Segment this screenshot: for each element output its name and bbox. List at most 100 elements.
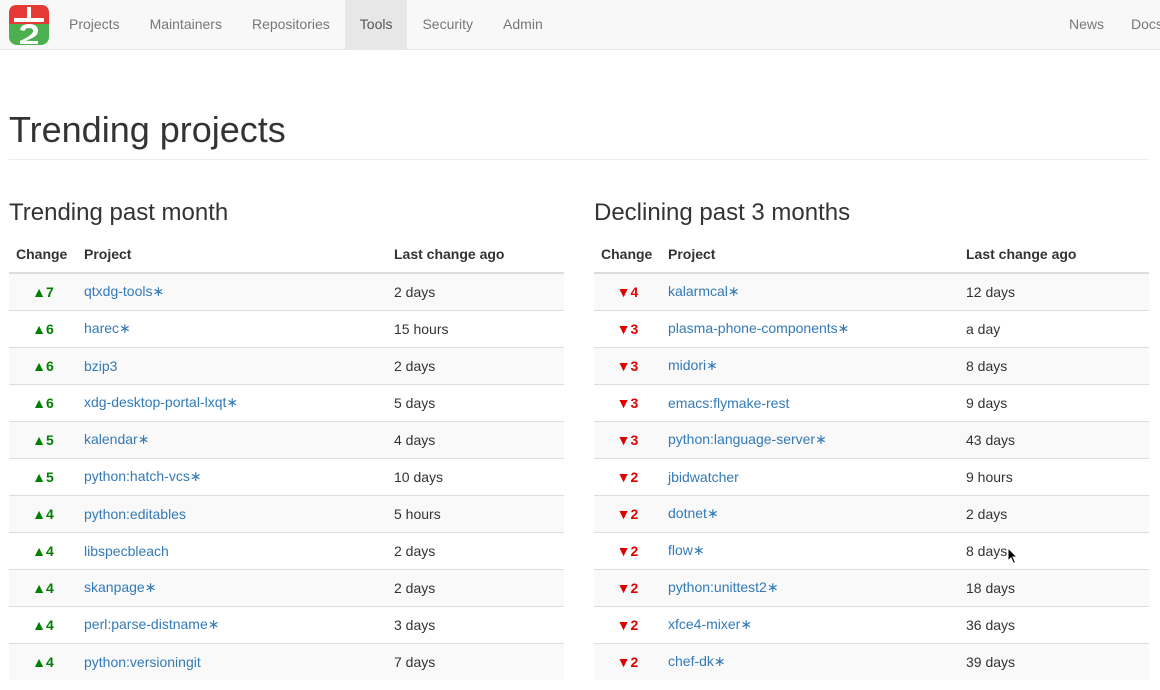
table-row: ▼2 flow∗ 8 days (594, 531, 1149, 569)
project-cell: xdg-desktop-portal-lxqt∗ (77, 383, 387, 421)
last-change-value: a day (959, 309, 1149, 347)
nav-item-projects[interactable]: Projects (54, 0, 135, 49)
star-icon: ∗ (706, 357, 718, 373)
change-value: ▼3 (594, 309, 661, 347)
project-cell: skanpage∗ (77, 568, 387, 606)
page-title: Trending projects (9, 109, 286, 150)
last-change-value: 8 days (959, 346, 1149, 384)
table-row: ▲4 skanpage∗ 2 days (9, 568, 564, 606)
project-link[interactable]: xfce4-mixer (668, 616, 740, 632)
star-icon: ∗ (692, 542, 705, 558)
project-cell: jbidwatcher (661, 457, 959, 495)
table-row: ▼2 jbidwatcher 9 hours (594, 457, 1149, 495)
declining-header-row: Change Project Last change ago (594, 235, 1149, 274)
title-divider (9, 159, 1149, 160)
change-value: ▼3 (594, 420, 661, 458)
project-cell: qtxdg-tools∗ (77, 273, 387, 310)
change-value: ▼3 (594, 383, 661, 421)
table-row: ▼2 python:unittest2∗ 18 days (594, 568, 1149, 606)
table-row: ▼2 dotnet∗ 2 days (594, 494, 1149, 532)
last-change-value: 2 days (387, 568, 564, 606)
star-icon: ∗ (713, 653, 726, 670)
project-link[interactable]: flow (668, 542, 693, 558)
star-icon: ∗ (815, 431, 827, 447)
nav-item-repositories[interactable]: Repositories (237, 0, 345, 49)
last-change-value: 8 days (959, 531, 1149, 569)
last-change-value: 4 days (387, 420, 564, 458)
nav-item-docs[interactable]: Docs (1117, 0, 1160, 49)
nav-right-menu: News Docs (1056, 0, 1160, 49)
project-link[interactable]: jbidwatcher (668, 469, 739, 485)
project-cell: libspecbleach (77, 531, 387, 569)
star-icon: ∗ (740, 616, 753, 632)
column-header-last-change: Last change ago (387, 235, 564, 274)
project-cell: python:unittest2∗ (661, 568, 959, 606)
nav-item-news[interactable]: News (1056, 0, 1117, 49)
project-link[interactable]: bzip3 (84, 358, 117, 374)
last-change-value: 43 days (959, 420, 1149, 458)
top-navbar: Projects Maintainers Repositories Tools Secu… (0, 0, 1160, 50)
star-icon: ∗ (152, 283, 165, 300)
project-link[interactable]: emacs:flymake-rest (668, 395, 789, 411)
change-value: ▲6 (9, 309, 77, 347)
change-value: ▼2 (594, 642, 661, 680)
column-header-project: Project (77, 235, 387, 274)
last-change-value: 7 days (387, 642, 564, 680)
change-value: ▼3 (594, 346, 661, 384)
table-row: ▼2 chef-dk∗ 39 days (594, 642, 1149, 680)
change-value: ▲4 (9, 531, 77, 569)
project-link[interactable]: python:versioningit (84, 654, 201, 670)
nav-item-security[interactable]: Security (407, 0, 488, 49)
nav-item-admin[interactable]: Admin (488, 0, 558, 49)
project-link[interactable]: kalarmcal (668, 283, 728, 299)
table-row: ▲5 python:hatch-vcs∗ 10 days (9, 457, 564, 495)
nav-item-tools[interactable]: Tools (344, 0, 408, 49)
project-link[interactable]: perl:parse-distname (84, 616, 208, 632)
project-link[interactable]: xdg-desktop-portal-lxqt (84, 394, 226, 410)
change-value: ▼2 (594, 457, 661, 495)
table-row: ▲7 qtxdg-tools∗ 2 days (9, 273, 564, 310)
column-header-project: Project (661, 235, 959, 274)
last-change-value: 10 days (387, 457, 564, 495)
table-row: ▲6 bzip3 2 days (9, 346, 564, 384)
project-cell: perl:parse-distname∗ (77, 605, 387, 643)
project-link[interactable]: python:hatch-vcs (84, 468, 190, 484)
project-cell: flow∗ (661, 531, 959, 569)
project-link[interactable]: dotnet (668, 505, 707, 521)
project-cell: chef-dk∗ (661, 642, 959, 680)
star-icon: ∗ (727, 283, 740, 300)
project-link[interactable]: plasma-phone-components (668, 320, 838, 336)
project-link[interactable]: harec (84, 320, 119, 336)
repology-logo-icon[interactable] (8, 4, 50, 46)
column-header-change: Change (9, 235, 77, 274)
star-icon: ∗ (706, 505, 719, 521)
project-cell: kalarmcal∗ (661, 273, 959, 310)
project-link[interactable]: python:language-server (668, 431, 815, 447)
table-row: ▲4 perl:parse-distname∗ 3 days (9, 605, 564, 643)
declining-title: Declining past 3 months (594, 199, 851, 226)
change-value: ▼2 (594, 568, 661, 606)
project-link[interactable]: skanpage (84, 579, 145, 595)
project-link[interactable]: midori (668, 357, 706, 373)
project-link[interactable]: kalendar (84, 431, 138, 447)
table-row: ▲4 python:editables 5 hours (9, 494, 564, 532)
project-link[interactable]: libspecbleach (84, 543, 169, 559)
project-link[interactable]: python:unittest2 (668, 579, 767, 595)
change-value: ▼2 (594, 605, 661, 643)
nav-item-maintainers[interactable]: Maintainers (135, 0, 237, 49)
change-value: ▼2 (594, 494, 661, 532)
last-change-value: 3 days (387, 605, 564, 643)
last-change-value: 36 days (959, 605, 1149, 643)
project-link[interactable]: qtxdg-tools (84, 283, 152, 299)
last-change-value: 18 days (959, 568, 1149, 606)
last-change-value: 15 hours (387, 309, 564, 347)
last-change-value: 9 hours (959, 457, 1149, 495)
project-cell: harec∗ (77, 309, 387, 347)
last-change-value: 2 days (387, 531, 564, 569)
table-row: ▲5 kalendar∗ 4 days (9, 420, 564, 458)
change-value: ▼4 (594, 273, 661, 310)
project-link[interactable]: chef-dk (668, 653, 714, 669)
change-value: ▲4 (9, 605, 77, 643)
project-link[interactable]: python:editables (84, 506, 186, 522)
project-cell: xfce4-mixer∗ (661, 605, 959, 643)
